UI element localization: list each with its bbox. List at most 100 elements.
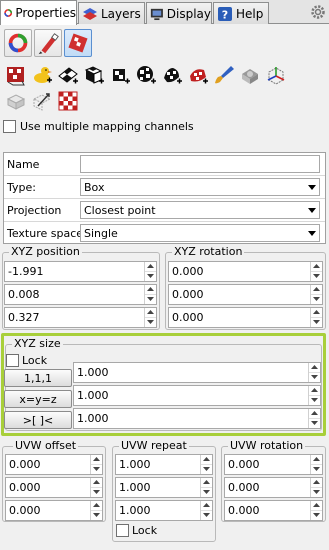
size-reset-111-button[interactable]: 1,1,1 xyxy=(4,369,72,387)
xyz-rotation-z-input[interactable]: 0.000 xyxy=(168,307,323,328)
material-properties-button[interactable] xyxy=(34,29,62,57)
xyz-size-y-input[interactable]: 1.000 xyxy=(73,385,321,406)
spin-buttons[interactable] xyxy=(144,285,156,304)
tab-layers[interactable]: Layers xyxy=(78,2,145,24)
spin-buttons[interactable] xyxy=(200,455,212,474)
tab-properties[interactable]: Properties xyxy=(0,0,77,25)
spin-buttons[interactable] xyxy=(310,501,322,520)
uvw-offset-u-input[interactable]: 0.000 xyxy=(5,454,103,475)
spin-buttons[interactable] xyxy=(310,455,322,474)
spin-buttons[interactable] xyxy=(90,501,102,520)
box-checker-icon[interactable] xyxy=(83,64,105,86)
spin-up-icon[interactable] xyxy=(201,478,212,488)
spin-down-icon[interactable] xyxy=(311,511,322,521)
paint-brush-icon[interactable] xyxy=(213,64,235,86)
xyz-size-x-input[interactable]: 1.000 xyxy=(73,362,321,383)
spin-buttons[interactable] xyxy=(310,478,322,497)
spin-buttons[interactable] xyxy=(144,308,156,327)
spin-up-icon[interactable] xyxy=(91,478,102,488)
object-properties-button[interactable] xyxy=(4,29,32,57)
uvw-rotation-v-input[interactable]: 0.000 xyxy=(224,477,323,498)
spin-up-icon[interactable] xyxy=(311,478,322,488)
spin-up-icon[interactable] xyxy=(145,308,156,318)
spin-down-icon[interactable] xyxy=(311,488,322,498)
spin-down-icon[interactable] xyxy=(145,318,156,328)
spin-down-icon[interactable] xyxy=(145,272,156,282)
spin-down-icon[interactable] xyxy=(311,465,322,475)
uvw-rotation-w-input[interactable]: 0.000 xyxy=(224,500,323,521)
mapping-widget-icon[interactable] xyxy=(239,64,261,86)
xyz-size-z-input[interactable]: 1.000 xyxy=(73,408,321,429)
spin-down-icon[interactable] xyxy=(311,272,322,282)
spin-up-icon[interactable] xyxy=(201,455,212,465)
spin-up-icon[interactable] xyxy=(311,262,322,272)
xyz-size-lock-checkbox[interactable] xyxy=(6,354,19,367)
uvw-offset-v-input[interactable]: 0.000 xyxy=(5,477,103,498)
uvw-repeat-u-input[interactable]: 1.000 xyxy=(115,454,213,475)
spin-up-icon[interactable] xyxy=(201,501,212,511)
spin-up-icon[interactable] xyxy=(91,455,102,465)
gear-icon[interactable] xyxy=(310,4,326,20)
xyz-rotation-x-input[interactable]: 0.000 xyxy=(168,261,323,282)
spin-up-icon[interactable] xyxy=(309,363,320,373)
planar-mapping-icon[interactable] xyxy=(57,64,79,86)
spherical-mapping-icon[interactable] xyxy=(135,64,157,86)
add-mapping-duck-icon[interactable] xyxy=(31,64,53,86)
spin-up-icon[interactable] xyxy=(311,285,322,295)
spin-up-icon[interactable] xyxy=(91,501,102,511)
spin-up-icon[interactable] xyxy=(145,285,156,295)
uvw-repeat-v-input[interactable]: 1.000 xyxy=(115,477,213,498)
spin-up-icon[interactable] xyxy=(311,308,322,318)
box-gray-icon[interactable] xyxy=(5,90,27,112)
spin-buttons[interactable] xyxy=(308,386,320,405)
box-mapping-icon[interactable] xyxy=(109,64,131,86)
spin-down-icon[interactable] xyxy=(311,295,322,305)
spin-buttons[interactable] xyxy=(308,363,320,382)
uvw-offset-w-input[interactable]: 0.000 xyxy=(5,500,103,521)
cylindrical-mapping-icon[interactable] xyxy=(161,64,183,86)
spin-down-icon[interactable] xyxy=(91,511,102,521)
spin-up-icon[interactable] xyxy=(145,262,156,272)
spin-down-icon[interactable] xyxy=(311,318,322,328)
texture-space-dropdown[interactable]: Single xyxy=(80,224,320,242)
unwrap-mesh-icon[interactable] xyxy=(5,64,27,86)
spin-up-icon[interactable] xyxy=(309,409,320,419)
uvw-repeat-w-input[interactable]: 1.000 xyxy=(115,500,213,521)
spin-down-icon[interactable] xyxy=(91,488,102,498)
type-dropdown[interactable]: Box xyxy=(80,178,320,196)
name-input[interactable] xyxy=(80,155,320,173)
use-multiple-mapping-checkbox[interactable] xyxy=(3,120,16,133)
spin-buttons[interactable] xyxy=(144,262,156,281)
spin-buttons[interactable] xyxy=(90,478,102,497)
spin-down-icon[interactable] xyxy=(91,465,102,475)
show-mapping-axes-icon[interactable] xyxy=(265,64,287,86)
xyz-position-z-input[interactable]: 0.327 xyxy=(4,307,157,328)
spin-down-icon[interactable] xyxy=(309,419,320,429)
tab-help[interactable]: ? Help xyxy=(213,2,269,24)
uvw-repeat-lock-checkbox[interactable] xyxy=(116,524,129,537)
spin-buttons[interactable] xyxy=(200,478,212,497)
spin-up-icon[interactable] xyxy=(309,386,320,396)
spin-down-icon[interactable] xyxy=(309,373,320,383)
spin-buttons[interactable] xyxy=(200,501,212,520)
edit-mapping-icon[interactable] xyxy=(31,90,53,112)
spin-buttons[interactable] xyxy=(308,409,320,428)
xyz-position-x-input[interactable]: -1.991 xyxy=(4,261,157,282)
tab-display[interactable]: Display xyxy=(146,2,212,24)
xyz-position-y-input[interactable]: 0.008 xyxy=(4,284,157,305)
spin-buttons[interactable] xyxy=(90,455,102,474)
spin-down-icon[interactable] xyxy=(201,465,212,475)
texture-mapping-button[interactable] xyxy=(64,29,92,57)
size-equal-xyz-button[interactable]: x=y=z xyxy=(4,390,72,408)
spin-buttons[interactable] xyxy=(310,285,322,304)
spin-down-icon[interactable] xyxy=(145,295,156,305)
projection-dropdown[interactable]: Closest point xyxy=(80,201,320,219)
spin-down-icon[interactable] xyxy=(309,396,320,406)
spin-buttons[interactable] xyxy=(310,308,322,327)
uvw-rotation-u-input[interactable]: 0.000 xyxy=(224,454,323,475)
spin-buttons[interactable] xyxy=(310,262,322,281)
xyz-rotation-y-input[interactable]: 0.000 xyxy=(168,284,323,305)
spin-up-icon[interactable] xyxy=(311,501,322,511)
checker-texture-icon[interactable] xyxy=(57,90,79,112)
spin-up-icon[interactable] xyxy=(311,455,322,465)
